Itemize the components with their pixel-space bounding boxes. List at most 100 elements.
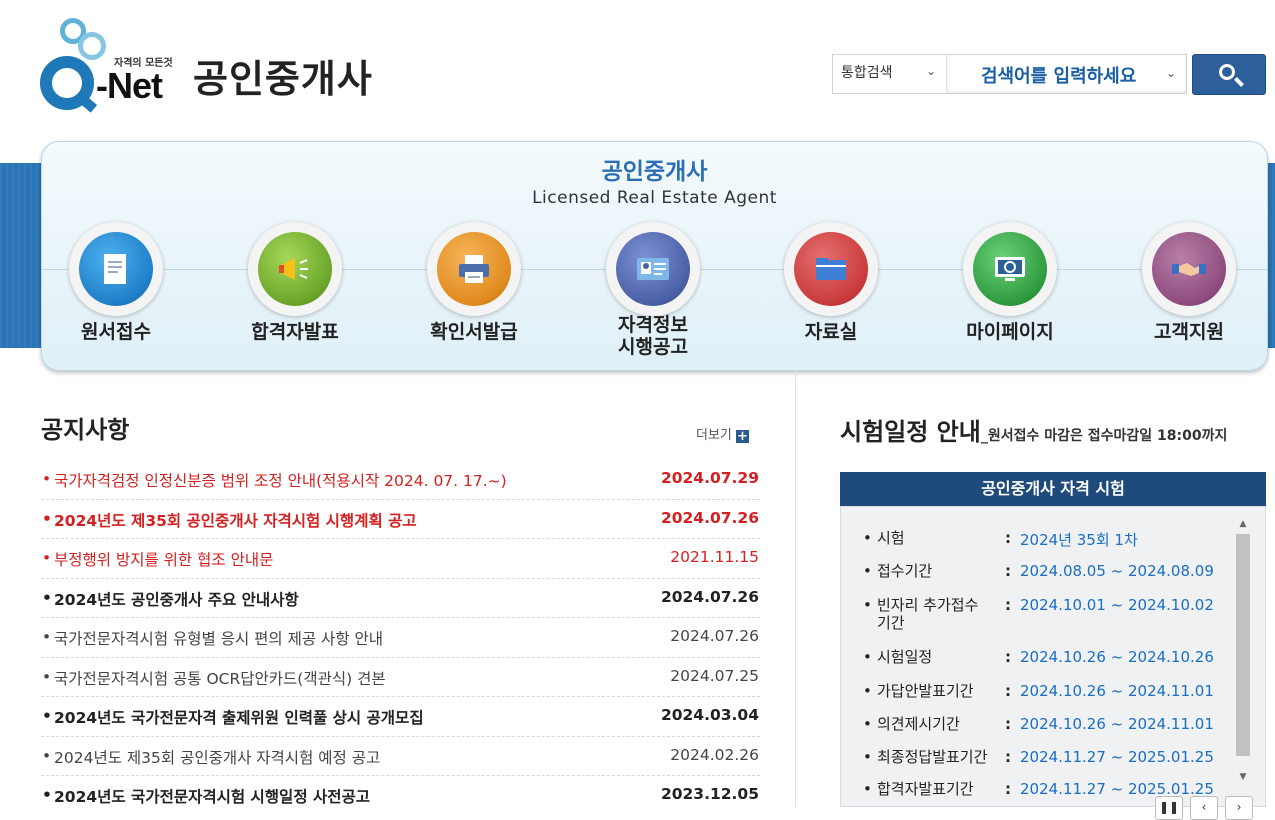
notice-title[interactable]: 2024년도 국가전문자격 출제위원 인력풀 상시 공개모집 [54, 706, 424, 728]
schedule-key: 최종정답발표기간 [863, 748, 1005, 766]
notice-date: 2021.11.15 [670, 548, 759, 566]
site-title[interactable]: 공인중개사 [193, 48, 373, 103]
menu-disc [606, 222, 700, 316]
menu-label: 자격정보 시행공고 [618, 314, 688, 358]
notice-title[interactable]: 국가전문자격시험 공통 OCR답안카드(객관식) 견본 [54, 667, 386, 689]
schedule-value: 2024.10.26 ~ 2024.11.01 [1020, 715, 1214, 733]
colon: : [1005, 682, 1011, 700]
notice-item[interactable]: • 국가자격검정 인정신분증 범위 조정 안내(적용시작 2024. 07. 17… [41, 460, 760, 500]
bullet-icon: • [42, 470, 52, 488]
logo-ring-large [78, 32, 106, 60]
schedule-key: 시험 [863, 529, 985, 547]
logo-q-mark [40, 56, 94, 110]
menu-item-archive[interactable]: 자료실 [741, 222, 921, 343]
notice-more-link[interactable]: 더보기 + [696, 424, 749, 443]
bullet-icon: • [42, 549, 52, 567]
chevron-left-icon[interactable]: ‹ [1190, 796, 1218, 820]
menu-disc [248, 222, 342, 316]
bullet-icon: • [42, 746, 52, 765]
notice-date: 2024.07.26 [660, 587, 759, 606]
banner-subtitle: Licensed Real Estate Agent [532, 188, 777, 208]
menu-disc [69, 222, 163, 316]
chevron-right-icon[interactable]: › [1225, 796, 1253, 820]
bullet-icon: • [42, 707, 52, 725]
bullet-icon: • [42, 509, 52, 528]
schedule-scrollbar[interactable]: ▲ ▼ [1234, 514, 1252, 787]
menu-label: 자료실 [804, 321, 858, 343]
bullet-icon: • [42, 786, 52, 804]
scroll-down-icon[interactable]: ▼ [1234, 769, 1252, 785]
main-menu-panel: 공인중개사 Licensed Real Estate Agent 원서접수 합격… [41, 141, 1268, 371]
menu-label: 확인서발급 [430, 321, 518, 343]
search-input[interactable]: 검색어를 입력하세요 ⌄ [946, 55, 1186, 93]
menu-item-pass-announcement[interactable]: 합격자발표 [205, 222, 385, 343]
notice-date: 2024.07.26 [670, 627, 759, 645]
notice-title[interactable]: 국가자격검정 인정신분증 범위 조정 안내(적용시작 2024. 07. 17.… [54, 469, 507, 491]
notice-title[interactable]: 2024년도 국가전문자격시험 시행일정 사전공고 [54, 785, 370, 807]
notice-item[interactable]: • 2024년도 국가전문자격 출제위원 인력풀 상시 공개모집 2024.03.0… [41, 697, 760, 737]
search-scope-select[interactable]: 통합검색 ⌄ [833, 55, 946, 93]
colon: : [1005, 648, 1011, 666]
qnet-logo[interactable]: 자격의 모든것 -Net [40, 18, 180, 113]
notice-date: 2024.02.26 [670, 745, 759, 764]
menu-disc [784, 222, 878, 316]
schedule-table: 시험:2024년 35회 1차 접수기간:2024.08.05 ~ 2024.0… [840, 506, 1266, 807]
menu-item-exam-info[interactable]: 자격정보 시행공고 [563, 222, 743, 358]
notice-section-title: 공지사항 [41, 416, 130, 444]
handshake-icon [1152, 232, 1226, 306]
chevron-down-icon: ⌄ [1165, 66, 1176, 80]
folder-icon [794, 232, 868, 306]
notice-title[interactable]: 2024년도 공인중개사 주요 안내사항 [54, 588, 299, 610]
scroll-up-icon[interactable]: ▲ [1234, 516, 1252, 532]
chevron-down-icon: ⌄ [925, 64, 936, 78]
notice-item[interactable]: • 부정행위 방지를 위한 협조 안내문 2021.11.15 [41, 539, 760, 579]
notice-title[interactable]: 부정행위 방지를 위한 협조 안내문 [54, 548, 273, 570]
notice-item[interactable]: • 국가전문자격시험 공통 OCR답안카드(객관식) 견본 2024.07.25 [41, 658, 760, 697]
more-label: 더보기 [696, 428, 732, 443]
search-button[interactable] [1192, 54, 1266, 95]
menu-item-application[interactable]: 원서접수 [26, 222, 206, 343]
pause-icon[interactable]: ❚❚ [1155, 796, 1183, 820]
notice-date: 2024.07.26 [660, 508, 759, 527]
schedule-value: 2024.08.05 ~ 2024.08.09 [1020, 562, 1214, 580]
schedule-title: 시험일정 안내 [840, 418, 981, 446]
schedule-subtitle: _원서접수 마감은 접수마감일 18:00까지 [980, 428, 1228, 444]
menu-label: 마이페이지 [966, 321, 1054, 343]
schedule-key: 접수기간 [863, 562, 985, 580]
notice-item[interactable]: • 2024년도 국가전문자격시험 시행일정 사전공고 2023.12.05 [41, 776, 760, 815]
schedule-box-title: 공인중개사 자격 시험 [840, 472, 1266, 506]
colon: : [1005, 748, 1011, 766]
column-divider [795, 370, 796, 807]
schedule-key: 시험일정 [863, 648, 985, 666]
notice-title[interactable]: 2024년도 제35회 공인중개사 자격시험 시행계획 공고 [54, 509, 417, 531]
colon: : [1005, 780, 1011, 798]
menu-disc [427, 222, 521, 316]
schedule-key: 빈자리 추가접수기간 [863, 596, 985, 632]
id-card-icon [616, 232, 690, 306]
menu-item-certificate[interactable]: 확인서발급 [384, 222, 564, 343]
menu-item-support[interactable]: 고객지원 [1099, 222, 1275, 343]
schedule-value: 2024.10.26 ~ 2024.11.01 [1020, 682, 1214, 700]
notice-item[interactable]: • 국가전문자격시험 유형별 응시 편의 제공 사항 안내 2024.07.26 [41, 618, 760, 658]
menu-label: 합격자발표 [251, 321, 339, 343]
bullet-icon: • [42, 667, 52, 686]
menu-item-mypage[interactable]: 마이페이지 [920, 222, 1100, 343]
printer-icon [437, 232, 511, 306]
notice-item[interactable]: • 2024년도 공인중개사 주요 안내사항 2024.07.26 [41, 579, 760, 618]
colon: : [1005, 596, 1011, 614]
plus-icon: + [735, 429, 749, 444]
menu-label: 원서접수 [81, 321, 151, 343]
schedule-key: 의견제시기간 [863, 715, 985, 733]
notice-title[interactable]: 국가전문자격시험 유형별 응시 편의 제공 사항 안내 [54, 627, 383, 649]
notice-item[interactable]: • 2024년도 제35회 공인중개사 자격시험 예정 공고 2024.02.26 [41, 737, 760, 776]
schedule-value: 2024.10.01 ~ 2024.10.02 [1020, 596, 1214, 614]
notice-item[interactable]: • 2024년도 제35회 공인중개사 자격시험 시행계획 공고 2024.07.2… [41, 500, 760, 539]
schedule-section-title: 시험일정 안내_원서접수 마감은 접수마감일 18:00까지 [840, 412, 1227, 447]
notice-title[interactable]: 2024년도 제35회 공인중개사 자격시험 예정 공고 [54, 746, 380, 768]
schedule-value: 2024.10.26 ~ 2024.10.26 [1020, 648, 1214, 666]
menu-disc [1142, 222, 1236, 316]
schedule-value: 2024년 35회 1차 [1020, 531, 1138, 549]
search-icon [1219, 64, 1235, 80]
logo-wordmark: -Net [96, 65, 163, 106]
scrollbar-thumb[interactable] [1236, 534, 1250, 756]
